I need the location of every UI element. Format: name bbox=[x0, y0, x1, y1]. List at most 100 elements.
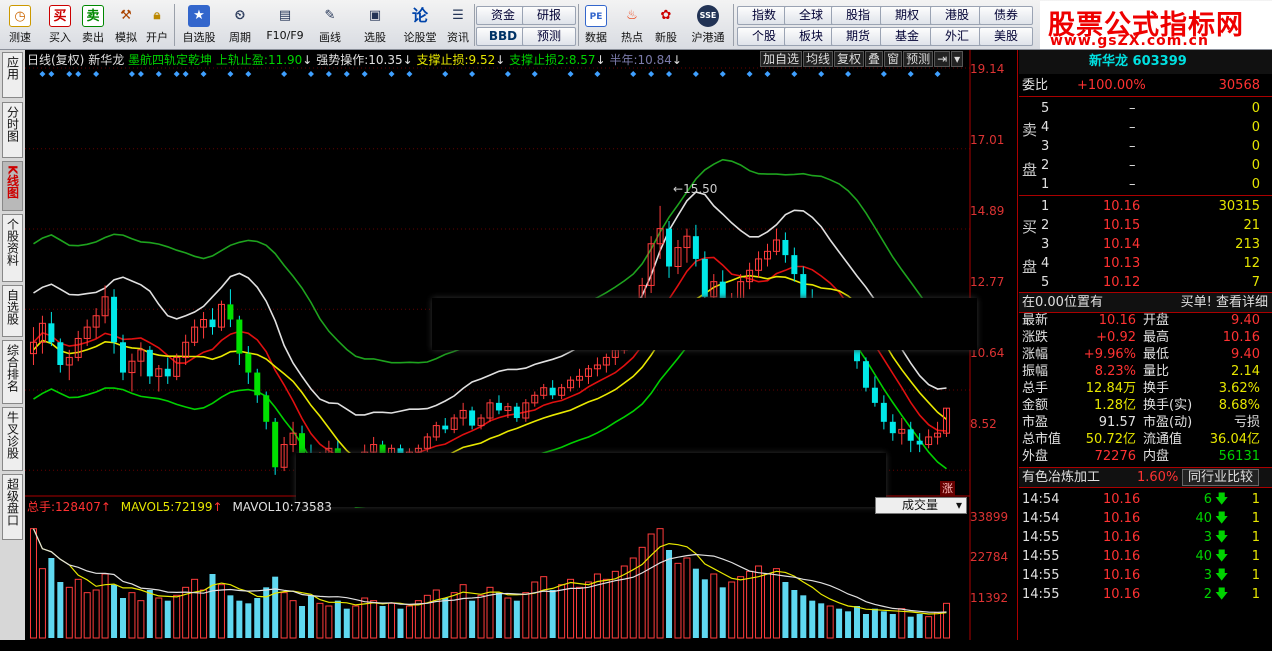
research-button[interactable]: 研报 bbox=[522, 6, 576, 25]
tab-ranking[interactable]: 综合排名 bbox=[2, 340, 23, 404]
tick-count: 1 bbox=[1251, 568, 1260, 583]
buy-volume: 7 bbox=[1251, 275, 1260, 290]
sell-order-row[interactable]: 1 – 0 bbox=[1019, 175, 1272, 194]
speed-test-button[interactable]: ◷ 测速 bbox=[4, 3, 36, 47]
add-watchlist-button[interactable]: 加自选 bbox=[760, 51, 803, 67]
sell-level: 5 bbox=[1041, 101, 1050, 116]
industry-link[interactable]: 有色冶炼加工 bbox=[1022, 468, 1100, 487]
kline-chart-panel[interactable]: 日线(复权) 新华龙 墨航四轨定乾坤 上轨止盈:11.90↓ 强势操作:10.3… bbox=[25, 50, 1018, 640]
volume-bar bbox=[200, 589, 208, 639]
period-button[interactable]: ⏲ 周期 bbox=[222, 3, 258, 47]
data-button[interactable]: PE 数据 bbox=[580, 3, 612, 47]
buy-button[interactable]: 买买入 bbox=[44, 3, 76, 47]
forex-button[interactable]: 外汇 bbox=[930, 27, 984, 46]
mavol10-line bbox=[32, 528, 947, 613]
tab-watchlist[interactable]: 自选股 bbox=[2, 285, 23, 337]
adjust-button[interactable]: 复权 bbox=[834, 51, 865, 67]
bonds-button[interactable]: 债券 bbox=[979, 6, 1033, 25]
hk-stocks-button[interactable]: 港股 bbox=[930, 6, 984, 25]
volume-bar bbox=[854, 606, 861, 638]
stat-label: 市盈(动) bbox=[1143, 415, 1193, 430]
signal-diamond bbox=[907, 71, 914, 77]
draw-line-button[interactable]: ✎ 画线 bbox=[312, 3, 348, 47]
tab-intraday[interactable]: 分时图 bbox=[2, 102, 23, 158]
volume-tick: 11392 bbox=[970, 591, 1009, 605]
sectors-button[interactable]: 板块 bbox=[784, 27, 838, 46]
document-icon: ▤ bbox=[278, 8, 292, 23]
index-futures-button[interactable]: 股指 bbox=[831, 6, 885, 25]
industry-compare-button[interactable]: 同行业比较 bbox=[1182, 469, 1260, 486]
hk-connect-button[interactable]: SSE 沪港通 bbox=[686, 3, 730, 47]
chevron-down-icon[interactable]: ▾ bbox=[951, 51, 964, 67]
stocks-button[interactable]: 个股 bbox=[737, 27, 791, 46]
tab-diagnosis[interactable]: 牛叉诊股 bbox=[2, 407, 23, 471]
simulate-button[interactable]: ⚒ 模拟 bbox=[110, 3, 142, 47]
period-label[interactable]: 日线(复权) bbox=[27, 53, 84, 67]
indicator-name[interactable]: 墨航四轨定乾坤 bbox=[128, 53, 212, 67]
sell-volume: 0 bbox=[1251, 120, 1260, 135]
monitor-icon: ▣ bbox=[368, 8, 382, 23]
forum-button[interactable]: 论论股堂 bbox=[400, 3, 440, 47]
buy-order-row[interactable]: 4 10.13 12 bbox=[1019, 254, 1272, 273]
ipo-button[interactable]: ✿ 新股 bbox=[650, 3, 682, 47]
sell-order-row[interactable]: 5 – 0 bbox=[1019, 99, 1272, 118]
tab-kline[interactable]: K线图 bbox=[2, 161, 23, 211]
us-stocks-button[interactable]: 美股 bbox=[979, 27, 1033, 46]
sell-order-row[interactable]: 4 – 0 bbox=[1019, 118, 1272, 137]
volume-tick: 22784 bbox=[970, 550, 1009, 564]
candle-body bbox=[48, 323, 55, 343]
sell-price: – bbox=[1129, 139, 1136, 154]
candle-body bbox=[916, 440, 923, 445]
stat-row: 涨幅 +9.96% 最低 9.40 bbox=[1019, 346, 1272, 363]
main-toolbar: ◷ 测速 买买入 卖卖出 ⚒ 模拟 🔒︎ 开户 ★ 自选股 ⏲ 周期 ▤ F10/F9 ✎ 画… bbox=[0, 0, 1272, 50]
f10-button[interactable]: ▤ F10/F9 bbox=[262, 3, 308, 47]
volume-bar bbox=[316, 602, 324, 639]
forecast-chart-button[interactable]: 预测 bbox=[903, 51, 934, 67]
signal-diamond bbox=[648, 71, 655, 77]
stat-label: 内盘 bbox=[1143, 449, 1170, 464]
news-button[interactable]: ☰ 资讯 bbox=[444, 3, 472, 47]
watchlist-button[interactable]: ★ 自选股 bbox=[178, 3, 220, 47]
volume-bar bbox=[522, 592, 530, 639]
volume-bar bbox=[674, 562, 682, 639]
sell-price: – bbox=[1129, 120, 1136, 135]
tab-apps[interactable]: 应用 bbox=[2, 52, 23, 98]
buy-order-row[interactable]: 5 10.12 7 bbox=[1019, 273, 1272, 292]
ma-button[interactable]: 均线 bbox=[803, 51, 834, 67]
tab-stock-profile[interactable]: 个股资料 bbox=[2, 214, 23, 282]
buy-order-row[interactable]: 2 10.15 21 bbox=[1019, 216, 1272, 235]
tab-super-level2[interactable]: 超级盘口 bbox=[2, 474, 23, 540]
index-button[interactable]: 指数 bbox=[737, 6, 791, 25]
volume-bar bbox=[845, 611, 852, 638]
stock-picker-button[interactable]: ▣ 选股 bbox=[356, 3, 394, 47]
buy-order-row[interactable]: 1 10.16 30315 bbox=[1019, 197, 1272, 216]
forecast-button[interactable]: 预测 bbox=[522, 27, 576, 46]
signal-diamond bbox=[791, 71, 798, 77]
open-account-button[interactable]: 🔒︎ 开户 bbox=[141, 3, 173, 47]
signal-diamond bbox=[66, 71, 73, 77]
funds-button[interactable]: 基金 bbox=[880, 27, 934, 46]
tick-time: 14:55 bbox=[1022, 530, 1060, 545]
view-detail-link[interactable]: 买单! 查看详细 bbox=[1181, 293, 1268, 312]
window-button[interactable]: 窗 bbox=[884, 51, 903, 67]
signal-diamond bbox=[442, 71, 449, 77]
stat-row: 总市值 50.72亿 流通值 36.04亿 bbox=[1019, 431, 1272, 448]
stat-label: 金额 bbox=[1022, 398, 1049, 413]
hotspot-button[interactable]: ♨ 热点 bbox=[616, 3, 648, 47]
volume-indicator-dropdown[interactable]: 成交量 ▾ bbox=[875, 497, 967, 514]
sell-order-row[interactable]: 3 – 0 bbox=[1019, 137, 1272, 156]
volume-tick: 33899 bbox=[970, 510, 1009, 524]
buy-order-row[interactable]: 3 10.14 213 bbox=[1019, 235, 1272, 254]
overlay-button[interactable]: 叠 bbox=[865, 51, 884, 67]
scroll-right-icon[interactable]: ⇥ bbox=[934, 51, 951, 67]
sell-button[interactable]: 卖卖出 bbox=[77, 3, 109, 47]
sell-level: 4 bbox=[1041, 120, 1050, 135]
volume-bar bbox=[666, 550, 673, 638]
candle-body bbox=[800, 274, 807, 301]
global-button[interactable]: 全球 bbox=[784, 6, 838, 25]
limit-up-badge: 涨 bbox=[940, 481, 955, 496]
support2-label: 支撑止损2: bbox=[509, 53, 569, 67]
futures-button[interactable]: 期货 bbox=[831, 27, 885, 46]
sell-order-row[interactable]: 2 – 0 bbox=[1019, 156, 1272, 175]
options-button[interactable]: 期权 bbox=[880, 6, 934, 25]
